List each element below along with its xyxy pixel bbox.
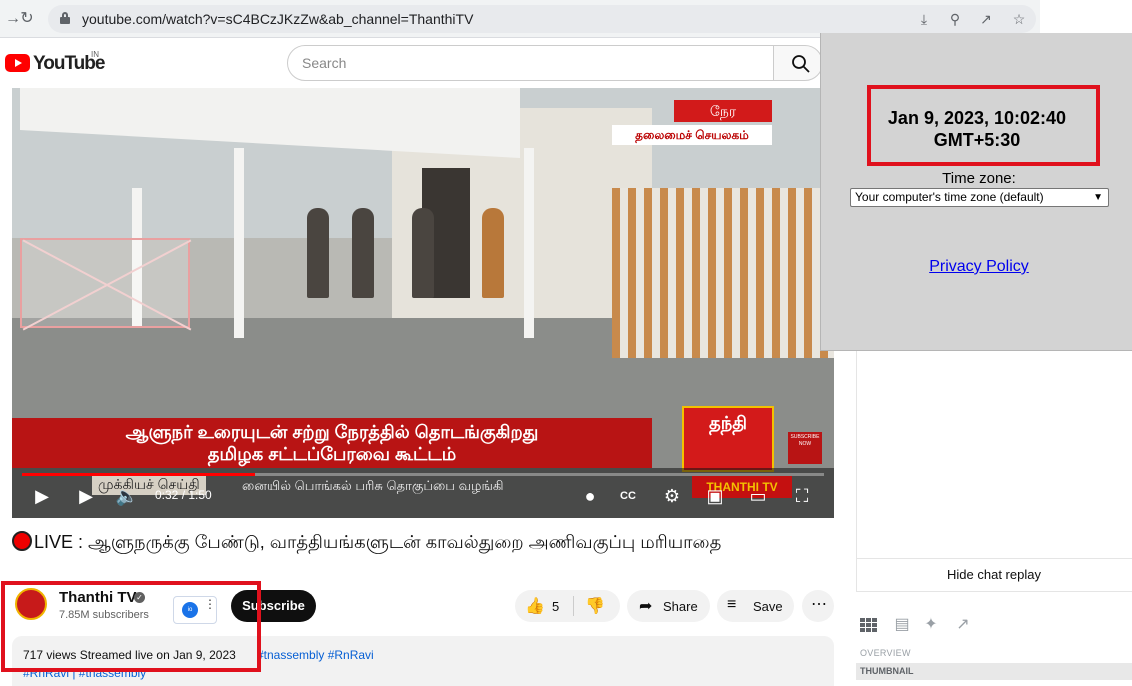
- like-dislike-group: 👍 5 👎: [515, 590, 620, 622]
- theater-mode-icon[interactable]: ▭: [746, 484, 770, 508]
- reload-icon[interactable]: ↻: [16, 8, 38, 30]
- like-divider: [573, 596, 574, 616]
- address-bar[interactable]: youtube.com/watch?v=sC4BCzJKzZw&ab_chann…: [48, 5, 1036, 33]
- highlight-box: [867, 85, 1100, 166]
- hashtag-links[interactable]: #tnassembly #RnRavi: [257, 648, 374, 662]
- time-display: 0:32 / 1:50: [155, 488, 212, 502]
- thumbnail-section[interactable]: THUMBNAIL: [856, 663, 1132, 680]
- hide-chat-replay-button[interactable]: Hide chat replay: [856, 567, 1132, 582]
- video-frame-guard-row: [612, 188, 834, 358]
- volume-icon[interactable]: 🔈: [115, 484, 139, 508]
- news-ticker: ஆளுநர் உரையுடன் சற்று நேரத்தில் தொடங்குக…: [12, 418, 652, 468]
- timezone-label: Time zone:: [942, 170, 1016, 187]
- zoom-icon[interactable]: ⚲: [945, 9, 965, 29]
- next-icon[interactable]: ▶​: [74, 484, 98, 508]
- location-tag: தலைமைச் செயலகம்: [612, 125, 772, 145]
- autoplay-toggle-icon[interactable]: ●: [578, 484, 602, 508]
- video-title: LIVE : ஆளுநருக்கு பேண்டு, வாத்தியங்களுடன…: [12, 530, 812, 555]
- save-button[interactable]: ≡ Save: [717, 590, 794, 622]
- fullscreen-icon[interactable]: ⛶: [790, 484, 814, 508]
- overview-label: OVERVIEW: [860, 648, 911, 658]
- progress-fill: [22, 473, 255, 476]
- title-text: ஆளுநருக்கு பேண்டு, வாத்தியங்களுடன் காவல்…: [88, 532, 722, 552]
- bar-chart-icon[interactable]: ▤: [892, 616, 912, 634]
- share-arrow-icon: ➦: [639, 598, 653, 615]
- timezone-selected-value: Your computer's time zone (default): [855, 190, 1044, 204]
- bookmark-star-icon[interactable]: ☆: [1009, 9, 1029, 29]
- play-icon[interactable]: ▶: [30, 484, 54, 508]
- playlist-add-icon: ≡: [727, 596, 737, 613]
- video-frame-person: [352, 208, 374, 298]
- progress-bar[interactable]: [22, 473, 824, 476]
- share-label: Share: [663, 599, 698, 614]
- video-frame-gate: [20, 238, 190, 328]
- live-overlay-badge: நேர: [674, 100, 772, 122]
- chat-divider: [856, 558, 1132, 559]
- search-input[interactable]: Search: [287, 45, 774, 81]
- save-label: Save: [753, 599, 783, 614]
- video-frame-pillar: [524, 148, 534, 338]
- url-text: youtube.com/watch?v=sC4BCzJKzZw&ab_chann…: [82, 11, 474, 27]
- region-code: IN: [91, 50, 99, 59]
- grid-view-icon[interactable]: [860, 618, 878, 633]
- timezone-select[interactable]: Your computer's time zone (default) ▼: [850, 188, 1109, 207]
- live-chat-panel: [856, 350, 1132, 592]
- privacy-policy-link[interactable]: Privacy Policy: [821, 258, 1132, 276]
- video-player[interactable]: நேர தலைமைச் செயலகம் ஆளுநர் உரையுடன் சற்ற…: [12, 88, 834, 518]
- title-live-prefix: LIVE :: [34, 532, 89, 552]
- miniplayer-icon[interactable]: ▣: [703, 484, 727, 508]
- search-icon: [792, 55, 810, 73]
- thumbs-down-icon[interactable]: 👎: [585, 596, 605, 616]
- ticker-line: தமிழக சட்டப்பேரவை கூட்டம்: [207, 444, 457, 464]
- twitter-bird-icon[interactable]: ✦: [921, 616, 941, 634]
- more-horizontal-icon: ⋯: [811, 596, 827, 613]
- video-frame-officer: [482, 208, 504, 298]
- trend-line-icon[interactable]: ↗: [953, 616, 973, 634]
- lock-icon: [60, 12, 70, 24]
- download-icon[interactable]: ⤓: [914, 9, 934, 29]
- video-frame-pillar: [234, 148, 244, 338]
- live-red-circle-icon: [12, 531, 32, 551]
- ticker-line: ஆளுநர் உரையுடன் சற்று நேரத்தில் தொடங்குக…: [125, 422, 539, 442]
- settings-gear-icon[interactable]: ⚙: [660, 484, 684, 508]
- video-frame-person: [412, 208, 434, 298]
- thumbs-up-icon[interactable]: 👍: [525, 596, 545, 616]
- video-frame-person: [307, 208, 329, 298]
- more-actions-button[interactable]: ⋯: [802, 590, 834, 622]
- like-count[interactable]: 5: [552, 599, 559, 614]
- subscribe-now-badge: SUBSCRIBE NOW: [788, 432, 822, 464]
- timezone-popup: Jan 9, 2023, 10:02:40 GMT+5:30 Time zone…: [820, 33, 1132, 351]
- scroll-ticker-text: னையில் பொங்கல் பரிசு தொகுப்பை வழங்கி: [242, 478, 504, 493]
- youtube-play-icon: [5, 54, 30, 72]
- search-placeholder: Search: [302, 55, 347, 71]
- thumbnail-label: THUMBNAIL: [860, 666, 914, 676]
- search-button[interactable]: [773, 45, 823, 81]
- channel-watermark: தந்தி: [682, 406, 774, 472]
- share-button[interactable]: ➦ Share: [627, 590, 710, 622]
- chevron-down-icon: ▼: [1093, 192, 1103, 203]
- screen: → ↻ youtube.com/watch?v=sC4BCzJKzZw&ab_c…: [0, 0, 1132, 686]
- captions-icon[interactable]: CC: [616, 484, 640, 508]
- share-icon[interactable]: ↗: [976, 9, 996, 29]
- highlight-box: [1, 581, 261, 672]
